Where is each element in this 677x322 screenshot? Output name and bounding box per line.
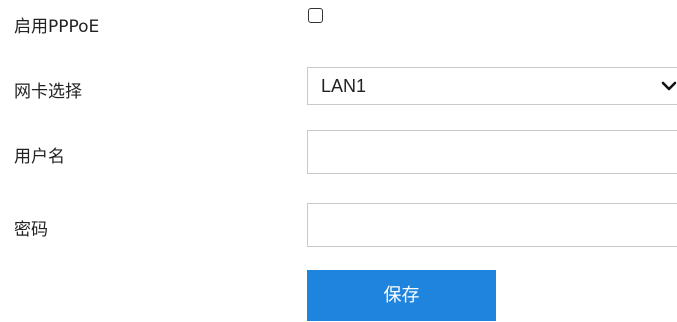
chevron-down-icon (661, 81, 677, 91)
password-row: 密码 (0, 192, 677, 252)
nic-select-label: 网卡选择 (14, 82, 82, 102)
password-input[interactable] (307, 203, 677, 247)
pppoe-enable-checkbox[interactable] (308, 8, 323, 23)
password-label: 密码 (14, 220, 48, 240)
username-row: 用户名 (0, 120, 677, 180)
nic-select-value: LAN1 (321, 76, 367, 96)
save-button[interactable]: 保存 (307, 270, 496, 321)
nic-select-row: 网卡选择 LAN1 (0, 55, 677, 105)
pppoe-enable-label: 启用PPPoE (14, 17, 100, 37)
username-label: 用户名 (14, 147, 65, 167)
pppoe-enable-row: 启用PPPoE (0, 0, 677, 50)
nic-select-dropdown[interactable]: LAN1 (307, 67, 677, 105)
username-input[interactable] (307, 130, 677, 174)
